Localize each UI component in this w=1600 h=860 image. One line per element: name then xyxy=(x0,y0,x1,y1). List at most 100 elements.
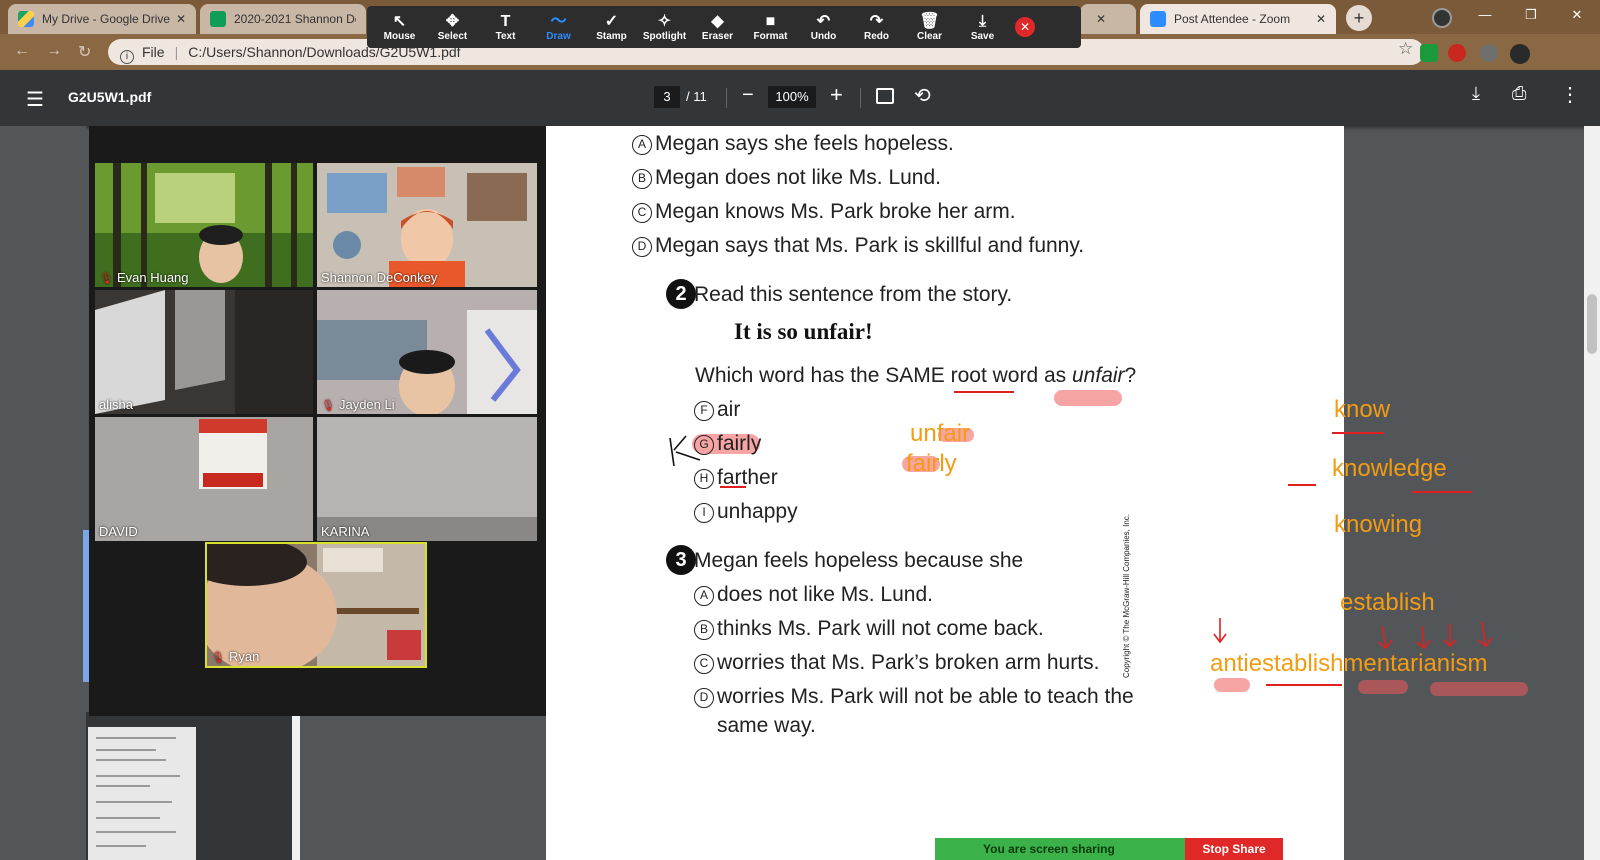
zoom-tool-undo[interactable]: ↶ Undo xyxy=(797,13,850,42)
screen-share-bar: You are screen sharing Stop Share xyxy=(935,838,1283,860)
answer-option: B Megan does not like Ms. Lund. xyxy=(632,166,941,190)
participant-name: 🎙 Jayden Li xyxy=(321,397,395,412)
page-scrollbar[interactable] xyxy=(1584,126,1600,860)
zoom-level-input[interactable]: 100% xyxy=(768,86,816,108)
tab-sheets[interactable]: 2020-2021 Shannon De xyxy=(200,4,366,34)
close-toolbar-icon[interactable]: ✕ xyxy=(1015,17,1035,37)
more-options-icon[interactable]: ⋮ xyxy=(1560,82,1580,107)
divider xyxy=(860,88,861,108)
video-tile[interactable]: 🎙 Evan Huang xyxy=(95,163,313,287)
annotation-text: antiestablishmentarianism xyxy=(1210,650,1488,677)
zoom-tool-text[interactable]: T Text xyxy=(479,13,532,42)
annotation-text: unfair xyxy=(910,420,971,447)
ublock-icon[interactable] xyxy=(1448,44,1466,62)
print-icon[interactable]: ⎙ xyxy=(1512,83,1526,104)
menu-icon[interactable]: ☰ xyxy=(26,87,44,112)
profile-icon[interactable] xyxy=(1432,8,1452,28)
zoom-tool-label: Clear xyxy=(916,30,942,42)
thumbnail-scrollbar[interactable] xyxy=(292,712,300,860)
zoom-tool-label: Eraser xyxy=(701,30,734,42)
rotate-icon[interactable]: ⟲ xyxy=(914,83,931,108)
zoom-tool-eraser[interactable]: ◆ Eraser xyxy=(691,13,744,42)
close-tab-icon[interactable]: ✕ xyxy=(176,12,186,26)
underline-mark xyxy=(1332,432,1384,434)
text-icon: T xyxy=(500,12,511,30)
sharing-status: You are screen sharing xyxy=(935,838,1185,860)
tab-title: Post Attendee - Zoom xyxy=(1174,12,1291,26)
pdf-filename: G2U5W1.pdf xyxy=(68,89,152,105)
zoom-tool-label: Draw xyxy=(546,30,571,42)
minimize-icon[interactable]: — xyxy=(1462,0,1508,30)
restore-icon[interactable]: ❐ xyxy=(1508,0,1554,30)
tab-title: 2020-2021 Shannon De xyxy=(234,12,356,26)
forward-icon[interactable]: → xyxy=(46,42,62,60)
close-tab-icon[interactable]: ✕ xyxy=(1096,12,1106,26)
close-tab-icon[interactable]: ✕ xyxy=(1316,12,1326,26)
zoom-tool-label: Redo xyxy=(864,30,889,42)
zoom-tool-stamp[interactable]: ✓ Stamp xyxy=(585,13,638,42)
tab-hidden[interactable]: ✕ xyxy=(1080,4,1136,34)
zoom-out-button[interactable]: − xyxy=(742,84,754,107)
zoom-tool-label: Save xyxy=(970,30,995,42)
pdf-toolbar: ☰ G2U5W1.pdf 3 / 11 − 100% + ⟲ ⤓ ⎙ ⋮ xyxy=(0,70,1600,126)
video-tile-active-speaker[interactable]: 🎙 Ryan xyxy=(205,542,427,668)
avatar[interactable] xyxy=(1510,44,1530,64)
zoom-tool-label: Format xyxy=(753,30,788,42)
zoom-tool-mouse[interactable]: ↖ Mouse xyxy=(373,13,426,42)
download-icon[interactable]: ⤓ xyxy=(1472,83,1480,104)
zoom-tool-redo[interactable]: ↷ Redo xyxy=(850,13,903,42)
copyright-notice: Copyright © The McGraw-Hill Companies, I… xyxy=(1122,513,1131,678)
answer-option: C Megan knows Ms. Park broke her arm. xyxy=(632,200,1016,224)
info-icon[interactable]: i xyxy=(120,50,134,64)
video-tile[interactable]: Shannon DeConkey xyxy=(317,163,537,287)
answer-option: A Megan says she feels hopeless. xyxy=(632,132,954,156)
muted-mic-icon: 🎙 xyxy=(211,652,225,664)
fit-page-icon[interactable] xyxy=(876,88,894,104)
reload-icon[interactable]: ↻ xyxy=(78,42,91,62)
page-thumbnail[interactable] xyxy=(88,727,196,860)
underline-mark xyxy=(1288,484,1316,486)
video-tile[interactable]: KARINA xyxy=(317,417,537,541)
zoom-tool-label: Text xyxy=(495,30,516,42)
spotlight-icon: ✧ xyxy=(657,12,672,30)
video-tile[interactable]: alisha xyxy=(95,290,313,414)
page-total: / 11 xyxy=(686,89,707,104)
participant-name: KARINA xyxy=(321,524,370,539)
zoom-in-button[interactable]: + xyxy=(830,82,843,108)
eraser-icon: ◆ xyxy=(711,12,724,30)
zoom-tool-spotlight[interactable]: ✧ Spotlight xyxy=(638,13,691,42)
zoom-tool-format[interactable]: ■ Format xyxy=(744,13,797,42)
muted-mic-icon: 🎙 xyxy=(99,273,113,285)
video-feed xyxy=(207,544,425,666)
close-window-icon[interactable]: ✕ xyxy=(1554,0,1600,30)
zoom-tool-draw[interactable]: 〜 Draw xyxy=(532,13,585,42)
answer-option: D Megan says that Ms. Park is skillful an… xyxy=(632,234,1084,258)
puzzle-icon[interactable] xyxy=(1480,44,1498,62)
answer-option: Dworries Ms. Park will not be able to te… xyxy=(694,685,1134,709)
tab-zoom[interactable]: Post Attendee - Zoom ✕ xyxy=(1140,4,1336,34)
highlight-mark xyxy=(1358,680,1408,694)
stop-share-button[interactable]: Stop Share xyxy=(1185,838,1283,860)
page-number-input[interactable]: 3 xyxy=(654,86,680,108)
undo-icon: ↶ xyxy=(816,12,831,30)
video-tile[interactable]: DAVID xyxy=(95,417,313,541)
muted-mic-icon: 🎙 xyxy=(321,400,335,412)
answer-option-continued: same way. xyxy=(717,714,816,737)
bookmark-star-icon[interactable]: ☆ xyxy=(1398,39,1413,59)
select-icon: ✥ xyxy=(445,12,460,30)
scrollbar-thumb[interactable] xyxy=(1587,294,1597,354)
zoom-tool-clear[interactable]: 🗑 Clear xyxy=(903,13,956,42)
video-tile[interactable]: 🎙 Jayden Li xyxy=(317,290,537,414)
window-controls: — ❐ ✕ xyxy=(1462,0,1600,30)
tab-google-drive[interactable]: My Drive - Google Drive ✕ xyxy=(8,4,196,34)
back-icon[interactable]: ← xyxy=(14,42,30,60)
zoom-tool-save[interactable]: ⤓ Save xyxy=(956,13,1009,42)
video-feed xyxy=(317,417,537,541)
zoom-tool-select[interactable]: ✥ Select xyxy=(426,13,479,42)
annotation-text: establish xyxy=(1340,589,1435,616)
highlight-mark xyxy=(1430,682,1528,696)
question-prompt: Megan feels hopeless because she xyxy=(694,549,1024,572)
zoom-tool-label: Spotlight xyxy=(642,30,687,42)
extension-icon[interactable] xyxy=(1420,44,1438,62)
new-tab-button[interactable]: + xyxy=(1346,5,1372,31)
